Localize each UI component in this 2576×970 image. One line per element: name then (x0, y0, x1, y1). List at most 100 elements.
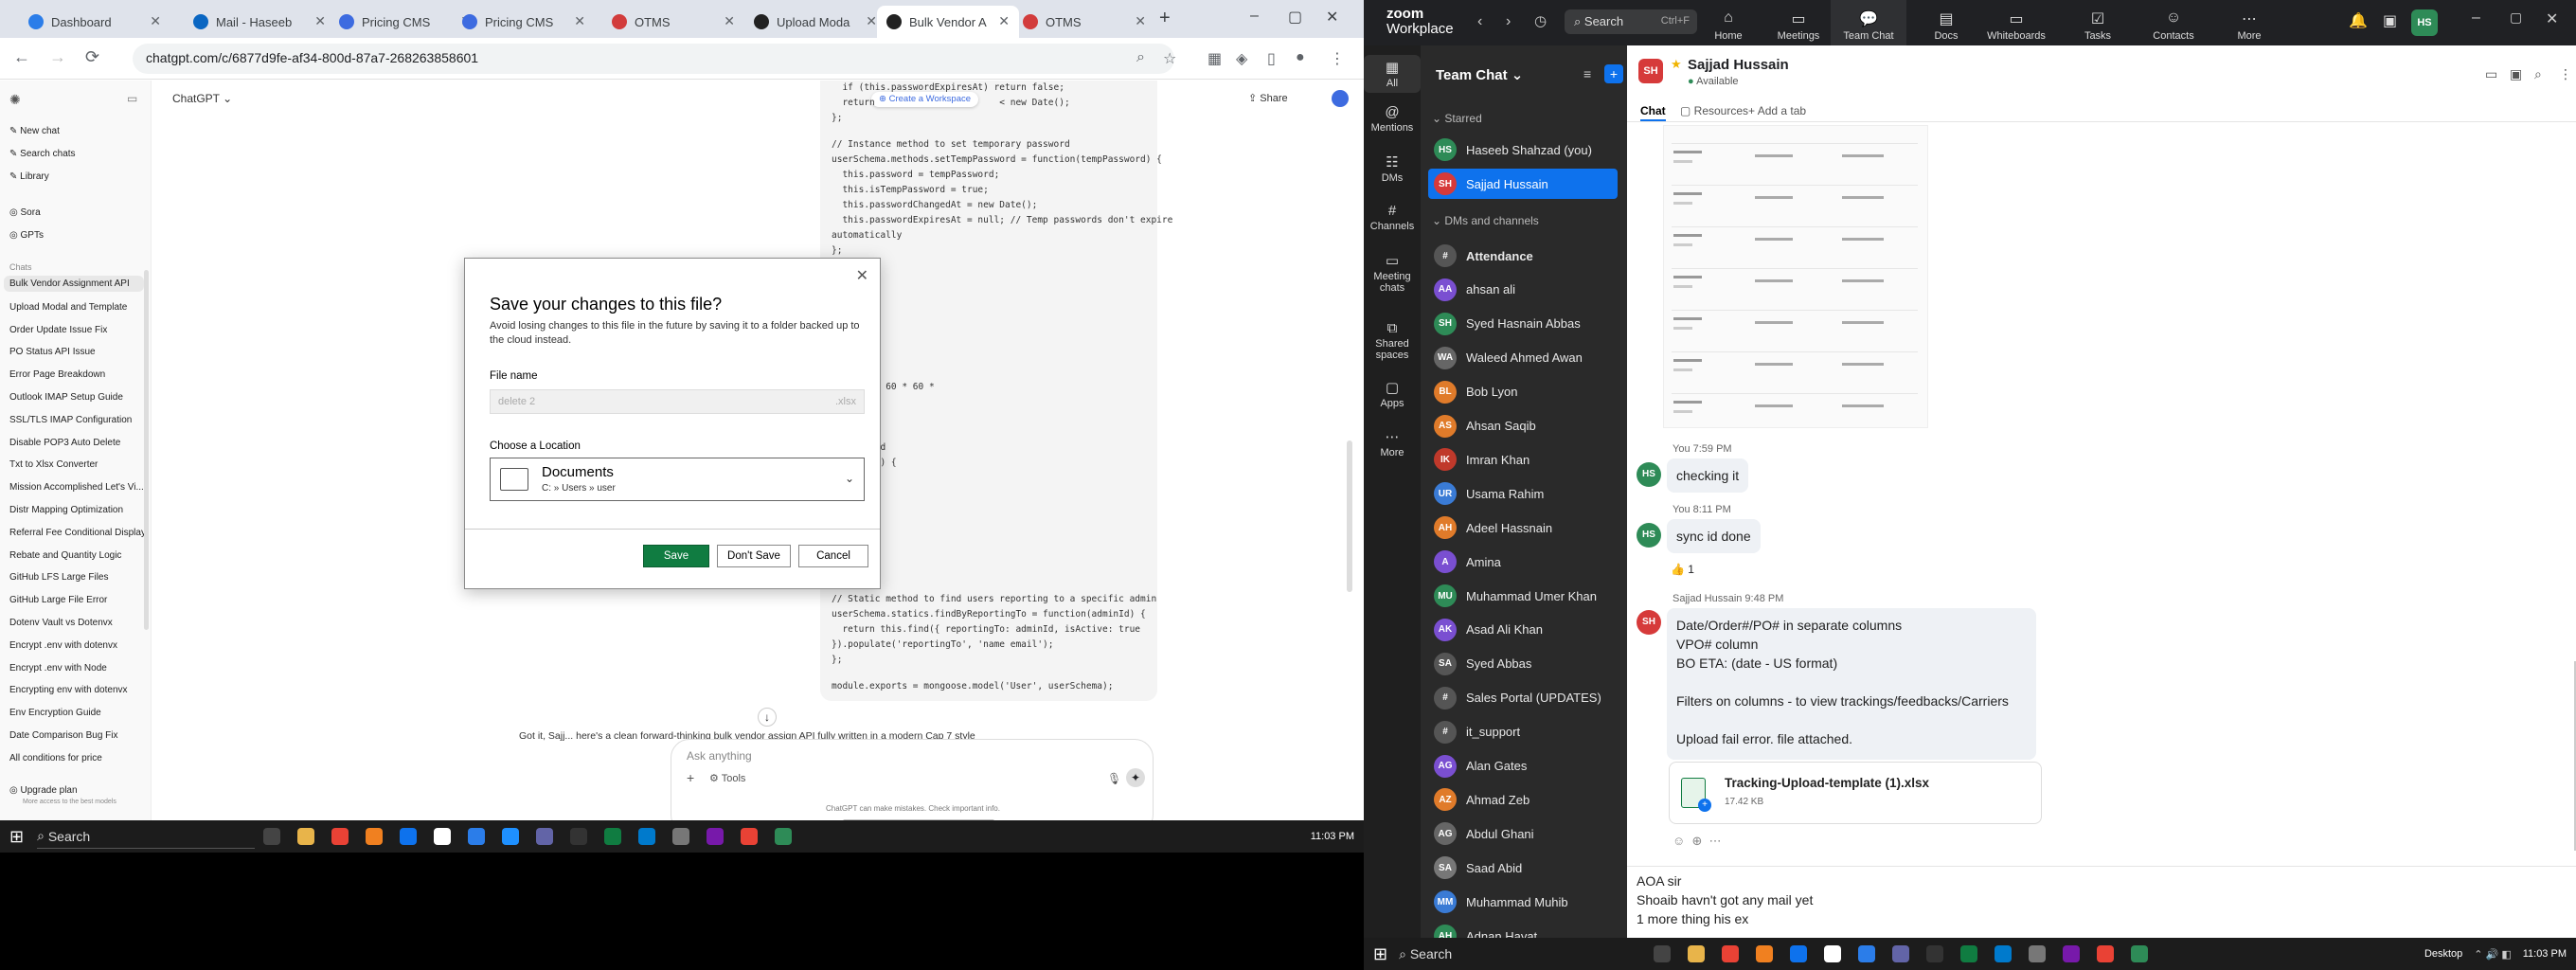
minimize-icon[interactable]: – (2472, 9, 2480, 27)
chatgpt-logo-icon[interactable]: ✺ (9, 92, 21, 108)
window-close-icon[interactable]: ✕ (2546, 9, 2558, 28)
reload-icon[interactable]: ⟳ (85, 47, 99, 67)
vscode-like-icon[interactable] (502, 828, 520, 845)
url-input[interactable]: chatgpt.com/c/6877d9fe-af34-800d-87a7-26… (133, 44, 1174, 74)
chrome-2-icon[interactable] (2097, 945, 2115, 962)
contact-row[interactable]: AK Asad Ali Khan (1428, 615, 1618, 645)
browser-tab[interactable]: Upload Moda ✕ (744, 6, 886, 38)
message-bubble[interactable]: Date/Order#/PO# in separate columns VPO# … (1667, 608, 2036, 760)
bookmark-star-icon[interactable]: ☆ (1163, 49, 1176, 68)
excel-icon[interactable] (604, 828, 622, 845)
app-2-icon[interactable] (2131, 945, 2149, 962)
task-view-icon[interactable] (1654, 945, 1672, 962)
cancel-button[interactable]: Cancel (798, 545, 868, 567)
forward-nav-icon[interactable]: › (1506, 13, 1511, 30)
rail-item-apps[interactable]: ▢ Apps (1364, 379, 1421, 409)
chat-header-name[interactable]: Sajjad Hussain (1688, 57, 1789, 73)
attachment-card[interactable]: + Tracking-Upload-template (1).xlsx 17.4… (1669, 762, 2042, 824)
contact-row[interactable]: SA Syed Abbas (1428, 649, 1618, 679)
sidebar-chat-item[interactable]: Encrypt .env with Node (9, 663, 107, 674)
firefox-icon[interactable] (366, 828, 384, 845)
browser-tab[interactable]: Dashboard ✕ (19, 6, 170, 38)
vscode-icon[interactable] (1995, 945, 2012, 962)
contact-row[interactable]: AZ Ahmad Zeb (1428, 784, 1618, 815)
top-nav-contacts[interactable]: ☺ Contacts (2136, 0, 2211, 45)
chrome-2-icon[interactable] (741, 828, 759, 845)
tab-add[interactable]: + Add a tab (1748, 104, 1806, 117)
contact-row[interactable]: A Amina (1428, 547, 1618, 577)
tab-close-icon[interactable]: ✕ (1135, 13, 1146, 29)
sidebar-chat-item[interactable]: PO Status API Issue (9, 347, 96, 357)
minimize-icon[interactable]: – (1250, 8, 1259, 25)
video-call-icon[interactable]: ▭ (2485, 66, 2497, 82)
sidebar-chat-item[interactable]: Upload Modal and Template (9, 302, 127, 313)
sidebar-chat-item[interactable]: SSL/TLS IMAP Configuration (9, 415, 132, 425)
sidebar-chat-item[interactable]: Date Comparison Bug Fix (9, 730, 118, 741)
dont-save-button[interactable]: Don't Save (717, 545, 791, 567)
contact-row[interactable]: MU Muhammad Umer Khan (1428, 581, 1618, 611)
taskbar-search-input[interactable]: ⌕ Search (1399, 942, 1645, 966)
bell-icon[interactable]: 🔔 (2349, 11, 2368, 30)
profile-icon[interactable]: ● (1296, 49, 1305, 66)
sidebar-chat-item[interactable]: Error Page Breakdown (9, 369, 105, 380)
sidebar-scrollbar[interactable] (144, 270, 149, 630)
task-view-icon[interactable] (263, 828, 281, 845)
tools-button[interactable]: ⚙ Tools (709, 772, 745, 784)
sidebar-nav-item[interactable]: ✎ Search chats (9, 149, 76, 159)
app-taskbar-icon[interactable] (1858, 945, 1876, 962)
sidebar-app-item[interactable]: ◎ Sora (9, 207, 41, 218)
forward-icon[interactable]: → (49, 47, 66, 67)
zoom-search-input[interactable]: ⌕ Search Ctrl+F (1565, 9, 1697, 34)
tab-close-icon[interactable]: ✕ (866, 13, 877, 29)
top-nav-team-chat[interactable]: 💬 Team Chat (1831, 0, 1906, 45)
mic-icon[interactable]: 🎙 (1107, 772, 1121, 785)
terminal-icon[interactable] (570, 828, 588, 845)
sidebar-chat-item[interactable]: Txt to Xlsx Converter (9, 459, 98, 470)
rail-item-mentions[interactable]: @ Mentions (1364, 104, 1421, 134)
back-icon[interactable]: ← (13, 47, 30, 67)
teams-icon[interactable] (536, 828, 554, 845)
maximize-icon[interactable]: ▢ (2510, 9, 2522, 26)
sidebar-chat-item[interactable]: Dotenv Vault vs Dotenvx (9, 618, 113, 628)
sidebar-chat-item[interactable]: Distr Mapping Optimization (9, 505, 123, 515)
apps-grid-icon[interactable]: ▣ (2383, 11, 2397, 30)
zoom-taskbar-icon[interactable] (400, 828, 418, 845)
vertical-scrollbar[interactable] (1347, 440, 1352, 592)
terminal-icon[interactable] (1926, 945, 1944, 962)
contact-row[interactable]: AA ahsan ali (1428, 275, 1618, 305)
file-explorer-icon[interactable] (1688, 945, 1706, 962)
firefox-icon[interactable] (1756, 945, 1774, 962)
location-select[interactable]: Documents C: » Users » user ⌄ (490, 458, 865, 501)
contact-row[interactable]: AG Alan Gates (1428, 751, 1618, 781)
chrome-icon[interactable] (1722, 945, 1740, 962)
tab-close-icon[interactable]: ✕ (998, 13, 1010, 29)
top-nav-docs[interactable]: ▤ Docs (1908, 0, 1984, 45)
maximize-icon[interactable]: ▢ (1288, 8, 1302, 27)
app-taskbar-icon[interactable] (468, 828, 486, 845)
close-icon[interactable]: ✕ (856, 266, 868, 285)
reaction-chip[interactable]: 👍 1 (1671, 563, 1694, 576)
sidebar-chat-item[interactable]: GitHub LFS Large Files (9, 572, 109, 583)
share-button[interactable]: ⇪ Share (1248, 92, 1288, 104)
contact-row[interactable]: MM Muhammad Muhib (1428, 887, 1618, 917)
contact-row[interactable]: AS Ahsan Saqib (1428, 411, 1618, 441)
sidebar-chat-item[interactable]: All conditions for price (9, 753, 102, 763)
extensions-icon[interactable]: ▦ (1208, 49, 1222, 68)
zoom-taskbar-icon[interactable] (1790, 945, 1808, 962)
message-bubble[interactable]: checking it (1667, 458, 1749, 493)
sidebar-chat-item[interactable]: Outlook IMAP Setup Guide (9, 392, 123, 403)
rail-item-more[interactable]: ⋯ More (1364, 428, 1421, 458)
rail-item-channels[interactable]: # Channels (1364, 203, 1421, 232)
filter-icon[interactable]: ≡ (1583, 66, 1591, 81)
tab-close-icon[interactable]: ✕ (150, 13, 161, 29)
sidebar-chat-item[interactable]: Disable POP3 Auto Delete (9, 438, 120, 448)
chat-search-icon[interactable]: ⌕ (2534, 66, 2542, 82)
chatgpt-taskbar-icon[interactable] (434, 828, 452, 845)
rail-item-shared-spaces[interactable]: ⧉ Shared spaces (1364, 320, 1421, 361)
sidebar-chat-item[interactable]: Bulk Vendor Assignment API (4, 276, 144, 292)
history-icon[interactable]: ◷ (1534, 12, 1547, 29)
rail-item-dms[interactable]: ☷ DMs (1364, 153, 1421, 184)
message-bubble[interactable]: sync id done (1667, 519, 1761, 553)
voice-mode-icon[interactable]: ✦ (1126, 768, 1145, 787)
zoom-profile-avatar[interactable]: HS (2411, 9, 2438, 36)
